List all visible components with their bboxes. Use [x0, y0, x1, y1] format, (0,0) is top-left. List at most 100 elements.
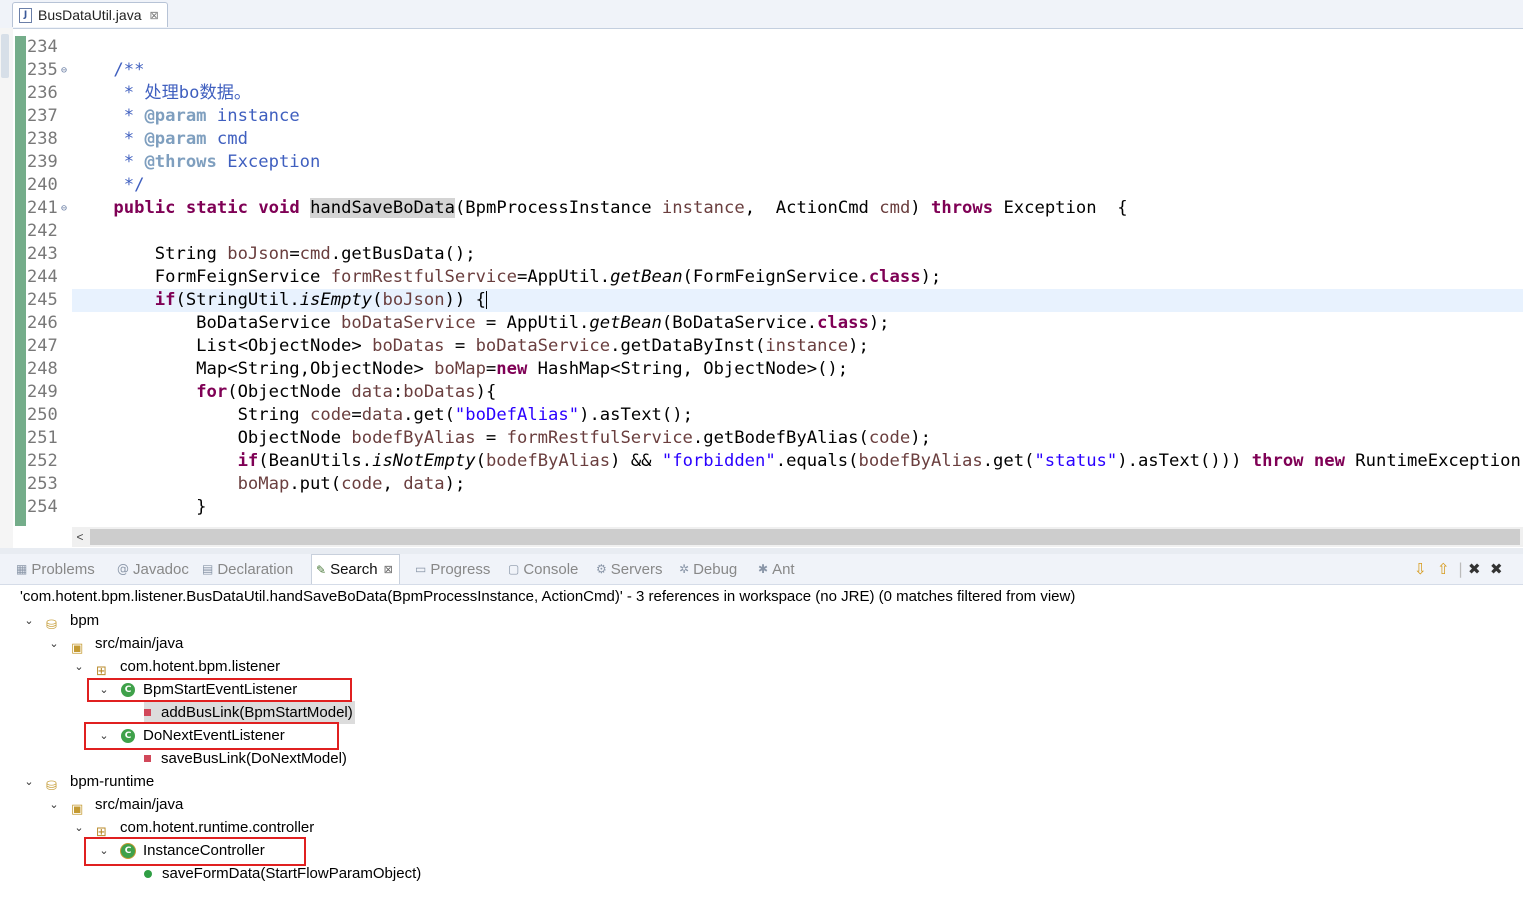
tab-declaration[interactable]: ▤ Declaration [202, 554, 293, 584]
code-line: * @param cmd [72, 129, 248, 149]
code-line: for(ObjectNode data:boDatas){ [196, 382, 497, 402]
chevron-down-icon[interactable]: ⌄ [72, 816, 86, 839]
search-summary: 'com.hotent.bpm.listener.BusDataUtil.han… [20, 588, 1076, 605]
code-line: */ [72, 175, 145, 195]
code-line: List<ObjectNode> boDatas = boDataService… [72, 336, 869, 356]
tree-node-project[interactable]: ⌄ ⛁ bpm [22, 609, 99, 633]
line-number: 239 [27, 152, 58, 172]
tab-servers[interactable]: ⚙ Servers [596, 554, 662, 584]
line-number: 244 [27, 267, 58, 287]
remove-match-icon[interactable]: ✖ [1468, 560, 1481, 578]
tree-node-package[interactable]: ⌄ ⊞ com.hotent.bpm.listener [72, 655, 280, 679]
line-number: 246 [27, 313, 58, 333]
progress-icon: ▭ [415, 562, 427, 576]
line-number-ruler: 234 235 ⊖ 236 237 238 239 240 241 ⊖ 242 24… [27, 36, 72, 519]
line-number: 234 [27, 37, 58, 57]
line-number: 248 [27, 359, 58, 379]
line-number: 245 [27, 290, 58, 310]
close-icon[interactable]: ⊠ [384, 563, 393, 576]
panel-tab-bar: ▦ Problems @ Javadoc ▤ Declaration ✎ Search ⊠… [0, 554, 1523, 585]
previous-match-icon[interactable]: ⇧ [1437, 560, 1450, 578]
next-match-icon[interactable]: ⇩ [1414, 560, 1427, 578]
line-number: 236 [27, 83, 58, 103]
editor-tab-busdatautil[interactable]: J BusDataUtil.java ⊠ [12, 2, 168, 27]
editor-tab-title: BusDataUtil.java [38, 7, 142, 23]
chevron-down-icon[interactable]: ⌄ [47, 632, 61, 655]
code-line: FormFeignService formRestfulService=AppU… [72, 267, 942, 287]
code-line: String code=data.get("boDefAlias").asTex… [72, 405, 693, 425]
line-number: 241 ⊖ [27, 197, 68, 220]
line-number: 253 [27, 474, 58, 494]
separator-icon: | [1458, 560, 1464, 578]
code-line: } [72, 497, 207, 517]
tree-node-project[interactable]: ⌄ ⛁ bpm-runtime [22, 770, 154, 794]
code-line: * @param instance [72, 106, 300, 126]
private-method-icon [144, 709, 151, 716]
line-number: 249 [27, 382, 58, 402]
tree-node-method[interactable]: saveBusLink(DoNextModel) [144, 747, 347, 770]
chevron-down-icon[interactable]: ⌄ [22, 770, 36, 793]
line-number: 242 [27, 221, 58, 241]
java-file-icon: J [19, 7, 32, 23]
line-number: 250 [27, 405, 58, 425]
tab-ant[interactable]: ✱ Ant [758, 554, 795, 584]
quick-diff-change-bar [15, 36, 26, 526]
code-line-current: if(StringUtil.isEmpty(boJson)) { [72, 289, 1523, 312]
problems-icon: ▦ [16, 562, 28, 576]
close-icon[interactable]: ⊠ [150, 9, 159, 22]
servers-icon: ⚙ [596, 562, 607, 576]
public-method-icon [144, 869, 152, 878]
tree-node-package[interactable]: ⌄ ⊞ com.hotent.runtime.controller [72, 816, 314, 840]
line-number: 252 [27, 451, 58, 471]
declaration-icon: ▤ [202, 562, 214, 576]
chevron-down-icon[interactable]: ⌄ [47, 793, 61, 816]
left-overview-ruler [0, 28, 13, 548]
fold-icon[interactable]: ⊖ [61, 59, 67, 82]
line-number: 254 [27, 497, 58, 517]
code-editor[interactable]: /** * 处理bo数据。 * @param instance * @param… [72, 36, 1523, 526]
tab-problems[interactable]: ▦ Problems [16, 554, 95, 584]
fold-icon[interactable]: ⊖ [61, 197, 67, 220]
package-icon: ⊞ [96, 824, 107, 840]
private-method-icon [144, 755, 151, 762]
highlight-box [87, 678, 352, 702]
tree-node-source-folder[interactable]: ⌄ ▣ src/main/java [47, 793, 183, 817]
debug-icon: ✲ [679, 562, 690, 576]
tree-node-source-folder[interactable]: ⌄ ▣ src/main/java [47, 632, 183, 656]
project-icon: ⛁ [46, 617, 57, 633]
tab-debug[interactable]: ✲ Debug [679, 554, 737, 584]
scroll-left-icon[interactable]: < [72, 527, 88, 547]
tab-javadoc[interactable]: @ Javadoc [117, 554, 189, 584]
javadoc-icon: @ [117, 562, 129, 576]
code-line: BoDataService boDataService = AppUtil.ge… [72, 313, 890, 333]
tab-search[interactable]: ✎ Search ⊠ [311, 554, 400, 584]
code-line: /** [72, 60, 145, 80]
editor-tab-bar: J BusDataUtil.java ⊠ [0, 0, 1523, 29]
chevron-down-icon[interactable]: ⌄ [72, 655, 86, 678]
source-folder-icon: ▣ [71, 640, 84, 656]
tab-progress[interactable]: ▭ Progress [415, 554, 490, 584]
line-number: 251 [27, 428, 58, 448]
horizontal-scrollbar[interactable]: < [72, 527, 1523, 547]
search-icon: ✎ [316, 562, 327, 577]
scrollbar-thumb[interactable] [90, 529, 1520, 545]
tab-console[interactable]: ▢ Console [508, 554, 578, 584]
code-line: Map<String,ObjectNode> boMap=new HashMap… [72, 359, 849, 379]
line-number: 247 [27, 336, 58, 356]
source-folder-icon: ▣ [71, 801, 84, 817]
tree-node-method-selected[interactable]: addBusLink(BpmStartModel) [144, 701, 355, 724]
line-number: 243 [27, 244, 58, 264]
remove-all-matches-icon[interactable]: ✖ [1490, 560, 1503, 578]
project-icon: ⛁ [46, 778, 57, 794]
chevron-down-icon[interactable]: ⌄ [22, 609, 36, 632]
code-line: * 处理bo数据。 [72, 83, 252, 103]
highlight-box [84, 722, 339, 750]
highlight-box [84, 837, 306, 866]
code-line: String boJson=cmd.getBusData(); [72, 244, 476, 264]
line-number: 237 [27, 106, 58, 126]
package-icon: ⊞ [96, 663, 107, 679]
line-number: 240 [27, 175, 58, 195]
console-icon: ▢ [508, 562, 520, 576]
